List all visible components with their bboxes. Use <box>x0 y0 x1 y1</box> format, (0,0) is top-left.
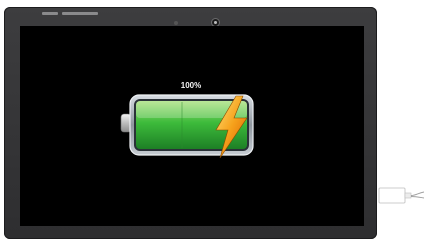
power-button[interactable] <box>62 12 98 15</box>
front-camera <box>212 19 219 26</box>
volume-button[interactable] <box>42 12 58 15</box>
battery-percent-label: 100% <box>180 81 202 90</box>
charging-cable-icon <box>378 187 425 204</box>
light-sensor <box>174 21 178 25</box>
battery-charging-icon <box>120 94 254 158</box>
